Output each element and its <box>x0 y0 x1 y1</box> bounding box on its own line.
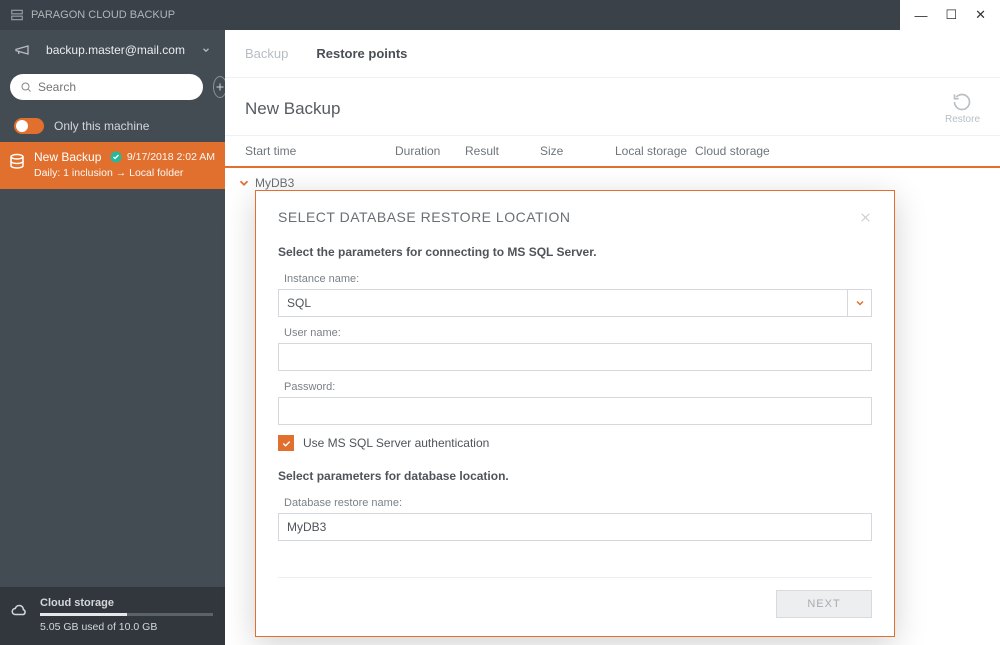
search-input[interactable] <box>38 80 193 94</box>
restore-name-input[interactable] <box>278 513 872 541</box>
restore-location-dialog: SELECT DATABASE RESTORE LOCATION Select … <box>255 190 895 637</box>
dialog-title: SELECT DATABASE RESTORE LOCATION <box>278 209 859 225</box>
account-email: backup.master@mail.com <box>40 43 191 57</box>
check-icon <box>281 438 292 449</box>
chevron-down-icon <box>201 45 211 55</box>
minimize-button[interactable]: — <box>914 8 927 23</box>
close-button[interactable]: ✕ <box>975 7 986 23</box>
check-circle-icon <box>110 151 122 163</box>
main-panel: Backup Restore points New Backup Restore… <box>225 30 1000 645</box>
window-controls: — ☐ ✕ <box>900 0 1000 30</box>
logo-icon <box>10 8 24 22</box>
col-cloud: Cloud storage <box>695 144 795 158</box>
search-icon <box>20 81 32 93</box>
storage-bar <box>40 613 213 616</box>
maximize-button[interactable]: ☐ <box>945 7 957 23</box>
table-header: Start time Duration Result Size Local st… <box>225 135 1000 168</box>
only-this-machine-toggle[interactable] <box>14 118 44 134</box>
auth-checkbox-row[interactable]: Use MS SQL Server authentication <box>278 435 872 451</box>
restore-name-field <box>278 513 872 541</box>
machine-filter-row: Only this machine <box>0 110 225 142</box>
search-field[interactable] <box>10 74 203 100</box>
backup-list-item[interactable]: New Backup 9/17/2018 2:02 AM Daily: 1 in… <box>0 142 225 189</box>
col-result: Result <box>465 144 540 158</box>
storage-usage: 5.05 GB used of 10.0 GB <box>40 621 213 633</box>
restore-button[interactable]: Restore <box>945 92 980 125</box>
storage-label: Cloud storage <box>40 597 213 609</box>
backup-timestamp: 9/17/2018 2:02 AM <box>127 151 215 163</box>
auth-checkbox-label: Use MS SQL Server authentication <box>303 436 489 450</box>
section2-text: Select parameters for database location. <box>278 469 872 483</box>
restore-icon <box>952 92 972 112</box>
tabs: Backup Restore points <box>225 30 1000 78</box>
expand-icon[interactable] <box>237 176 251 190</box>
page-title-row: New Backup Restore <box>225 78 1000 135</box>
toggle-label: Only this machine <box>54 119 149 133</box>
col-start: Start time <box>245 144 395 158</box>
instance-field <box>278 289 872 317</box>
backup-name: New Backup <box>34 150 105 164</box>
title-bar: PARAGON CLOUD BACKUP — ☐ ✕ <box>0 0 1000 30</box>
instance-dropdown[interactable] <box>847 290 871 316</box>
col-local: Local storage <box>615 144 695 158</box>
user-field <box>278 343 872 371</box>
restore-name-label: Database restore name: <box>284 497 872 509</box>
auth-checkbox[interactable] <box>278 435 294 451</box>
instance-label: Instance name: <box>284 273 872 285</box>
search-row <box>0 68 225 110</box>
database-icon <box>8 153 26 171</box>
account-row[interactable]: backup.master@mail.com <box>0 30 225 68</box>
col-duration: Duration <box>395 144 465 158</box>
chevron-down-icon <box>854 297 866 309</box>
app-title: PARAGON CLOUD BACKUP <box>31 9 175 21</box>
backup-detail: Daily: 1 inclusion → Local folder <box>34 167 215 179</box>
user-input[interactable] <box>278 343 872 371</box>
group-name: MyDB3 <box>255 176 294 190</box>
col-size: Size <box>540 144 615 158</box>
password-label: Password: <box>284 381 872 393</box>
password-field <box>278 397 872 425</box>
section1-text: Select the parameters for connecting to … <box>278 245 872 259</box>
tab-restore-points[interactable]: Restore points <box>316 46 407 61</box>
instance-input[interactable] <box>278 289 872 317</box>
close-icon[interactable] <box>859 211 872 224</box>
next-button[interactable]: NEXT <box>776 590 872 618</box>
page-title: New Backup <box>245 99 340 119</box>
user-label: User name: <box>284 327 872 339</box>
tab-backup[interactable]: Backup <box>245 46 288 61</box>
cloud-icon <box>10 601 28 619</box>
storage-footer: Cloud storage 5.05 GB used of 10.0 GB <box>0 587 225 645</box>
password-input[interactable] <box>278 397 872 425</box>
megaphone-icon <box>14 42 30 58</box>
sidebar: backup.master@mail.com Only this machine… <box>0 30 225 645</box>
